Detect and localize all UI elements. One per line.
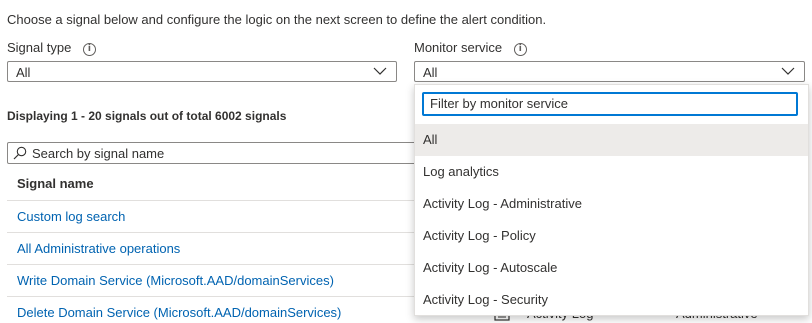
monitor-service-filter-input[interactable]: Filter by monitor service xyxy=(422,92,798,116)
monitor-service-label-text: Monitor service xyxy=(414,40,503,55)
monitor-service-value: All xyxy=(423,65,438,80)
divider xyxy=(7,264,417,265)
info-icon[interactable]: i xyxy=(513,43,527,56)
table-row-signal-link[interactable]: Delete Domain Service (Microsoft.AAD/dom… xyxy=(17,305,341,320)
dropdown-option-all[interactable]: All xyxy=(415,124,808,156)
table-row-signal-link[interactable]: Custom log search xyxy=(17,209,125,224)
dropdown-option-activity-log-administrative[interactable]: Activity Log - Administrative xyxy=(415,188,808,220)
monitor-service-label: Monitor service i xyxy=(414,40,527,56)
signal-name-column-header[interactable]: Signal name xyxy=(17,176,94,191)
signal-type-value: All xyxy=(16,65,31,80)
signals-count-text: Displaying 1 - 20 signals out of total 6… xyxy=(7,109,287,123)
divider xyxy=(7,296,417,297)
divider xyxy=(7,200,417,201)
signal-type-label: Signal type i xyxy=(7,40,96,56)
info-icon[interactable]: i xyxy=(82,43,96,56)
table-row-signal-link[interactable]: All Administrative operations xyxy=(17,241,180,256)
search-icon xyxy=(13,146,27,160)
divider xyxy=(7,232,417,233)
monitor-service-select[interactable]: All xyxy=(414,61,805,82)
chevron-down-icon xyxy=(373,67,387,75)
signal-type-select[interactable]: All xyxy=(7,61,397,82)
intro-text: Choose a signal below and configure the … xyxy=(7,12,547,27)
signal-search-box[interactable]: Search by signal name xyxy=(7,142,417,164)
dropdown-option-activity-log-security[interactable]: Activity Log - Security xyxy=(415,284,808,316)
dropdown-option-log-analytics[interactable]: Log analytics xyxy=(415,156,808,188)
dropdown-option-activity-log-policy[interactable]: Activity Log - Policy xyxy=(415,220,808,252)
filter-placeholder: Filter by monitor service xyxy=(430,96,568,111)
monitor-service-dropdown: Filter by monitor service All Log analyt… xyxy=(414,84,809,316)
chevron-down-icon xyxy=(781,67,795,75)
table-row-signal-link[interactable]: Write Domain Service (Microsoft.AAD/doma… xyxy=(17,273,334,288)
signal-search-placeholder: Search by signal name xyxy=(32,146,165,161)
signal-type-label-text: Signal type xyxy=(7,40,72,55)
dropdown-option-activity-log-autoscale[interactable]: Activity Log - Autoscale xyxy=(415,252,808,284)
